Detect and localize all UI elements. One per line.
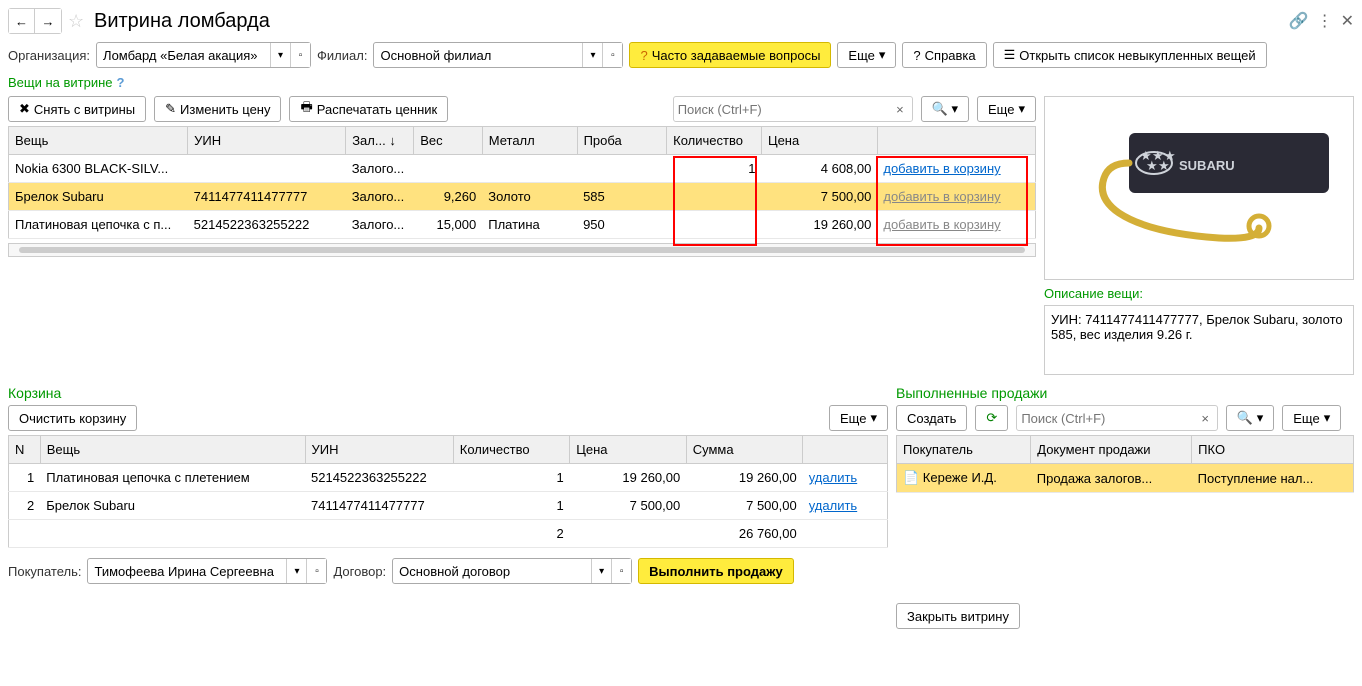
buyer-select[interactable]: Тимофеева Ирина Сергеевна ▾ ▫ bbox=[87, 558, 327, 584]
close-icon[interactable]: ✕ bbox=[1341, 11, 1354, 31]
more-cart-button[interactable]: Еще ▾ bbox=[829, 405, 888, 431]
open-icon[interactable]: ▫ bbox=[602, 43, 622, 67]
description-label: Описание вещи: bbox=[1044, 286, 1354, 301]
cart-section-title: Корзина bbox=[8, 385, 888, 401]
page-title: Витрина ломбарда bbox=[94, 10, 270, 33]
sales-section-title: Выполненные продажи bbox=[896, 385, 1354, 401]
more-button[interactable]: Еще ▾ bbox=[837, 42, 896, 68]
open-list-button[interactable]: ☰ Открыть список невыкупленных вещей bbox=[993, 42, 1267, 68]
dropdown-icon[interactable]: ▾ bbox=[270, 43, 290, 67]
refresh-button[interactable]: ⟳ bbox=[975, 405, 1008, 431]
vitrine-table: Вещь УИН Зал... ↓ Вес Металл Проба Колич… bbox=[8, 126, 1036, 239]
remove-button[interactable]: ✖ Снять с витрины bbox=[8, 96, 146, 122]
table-row[interactable]: Брелок Subaru7411477411477777Залого...9,… bbox=[9, 183, 1036, 211]
item-preview-image: ★ ★★ ★★ SUBARU bbox=[1044, 96, 1354, 280]
dropdown-icon[interactable]: ▾ bbox=[591, 559, 611, 583]
back-button[interactable]: ← bbox=[9, 9, 35, 33]
description-text: УИН: 7411477411477777, Брелок Subaru, зо… bbox=[1044, 305, 1354, 375]
link-icon[interactable]: 🔗 bbox=[1289, 11, 1309, 31]
horizontal-scrollbar[interactable] bbox=[8, 243, 1036, 257]
faq-button[interactable]: ?Часто задаваемые вопросы bbox=[629, 42, 831, 68]
table-row[interactable]: 📄 Кереже И.Д.Продажа залогов...Поступлен… bbox=[897, 464, 1354, 493]
open-icon[interactable]: ▫ bbox=[306, 559, 326, 583]
sales-more-button[interactable]: Еще ▾ bbox=[1282, 405, 1341, 431]
more-button-2[interactable]: Еще ▾ bbox=[977, 96, 1036, 122]
delete-link[interactable]: удалить bbox=[809, 470, 857, 485]
clear-cart-button[interactable]: Очистить корзину bbox=[8, 405, 137, 431]
contract-select[interactable]: Основной договор ▾ ▫ bbox=[392, 558, 632, 584]
org-label: Организация: bbox=[8, 48, 90, 63]
search-button[interactable]: 🔍 ▾ bbox=[921, 96, 969, 122]
filial-select[interactable]: Основной филиал ▾ ▫ bbox=[373, 42, 623, 68]
svg-text:★: ★ bbox=[1140, 148, 1152, 163]
table-row[interactable]: 1Платиновая цепочка с плетением521452236… bbox=[9, 464, 888, 492]
table-row[interactable]: Платиновая цепочка с п...521452236325522… bbox=[9, 211, 1036, 239]
contract-label: Договор: bbox=[333, 564, 386, 579]
clear-search-icon[interactable]: × bbox=[1197, 411, 1213, 426]
table-row[interactable]: Nokia 6300 BLACK-SILV...Залого...14 608,… bbox=[9, 155, 1036, 183]
svg-text:★: ★ bbox=[1164, 148, 1176, 163]
add-to-cart-link[interactable]: добавить в корзину bbox=[883, 217, 1000, 232]
dropdown-icon[interactable]: ▾ bbox=[286, 559, 306, 583]
help-button[interactable]: ? Справка bbox=[902, 42, 986, 68]
delete-link[interactable]: удалить bbox=[809, 498, 857, 513]
cart-table: N Вещь УИН Количество Цена Сумма 1Платин… bbox=[8, 435, 888, 548]
open-icon[interactable]: ▫ bbox=[611, 559, 631, 583]
sales-search-input[interactable]: × bbox=[1016, 405, 1218, 431]
print-tag-button[interactable]: 🖶 Распечатать ценник bbox=[289, 96, 448, 122]
org-select[interactable]: Ломбард «Белая акация» ▾ ▫ bbox=[96, 42, 311, 68]
do-sale-button[interactable]: Выполнить продажу bbox=[638, 558, 794, 584]
open-icon[interactable]: ▫ bbox=[290, 43, 310, 67]
filial-label: Филиал: bbox=[317, 48, 367, 63]
table-row[interactable]: 2Брелок Subaru741147741147777717 500,007… bbox=[9, 492, 888, 520]
svg-text:SUBARU: SUBARU bbox=[1179, 158, 1235, 173]
sales-search-button[interactable]: 🔍 ▾ bbox=[1226, 405, 1274, 431]
change-price-button[interactable]: ✎ Изменить цену bbox=[154, 96, 281, 122]
favorite-star-icon[interactable]: ☆ bbox=[68, 11, 88, 31]
search-input[interactable]: × bbox=[673, 96, 913, 122]
add-to-cart-link[interactable]: добавить в корзину bbox=[883, 161, 1000, 176]
sales-table: Покупатель Документ продажи ПКО 📄 Кереже… bbox=[896, 435, 1354, 493]
kebab-menu-icon[interactable]: ⋮ bbox=[1317, 11, 1333, 31]
forward-button[interactable]: → bbox=[35, 9, 61, 33]
vitrine-section-title: Вещи на витрине? bbox=[8, 74, 1354, 90]
create-button[interactable]: Создать bbox=[896, 405, 967, 431]
clear-search-icon[interactable]: × bbox=[892, 102, 908, 117]
buyer-label: Покупатель: bbox=[8, 564, 81, 579]
add-to-cart-link[interactable]: добавить в корзину bbox=[883, 189, 1000, 204]
dropdown-icon[interactable]: ▾ bbox=[582, 43, 602, 67]
close-vitrine-button[interactable]: Закрыть витрину bbox=[896, 603, 1020, 629]
